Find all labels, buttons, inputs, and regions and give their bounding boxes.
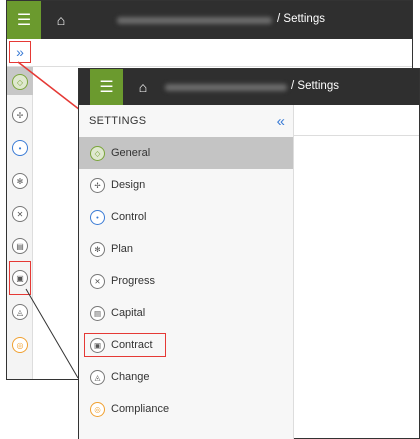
sidebar-item-compliance[interactable]: ◎ Compliance [79,393,293,425]
sidebar-item-label: General [111,147,151,159]
redacted-project-name [117,17,272,24]
expanded-settings-window: ☰ ⌂ / Settings SETTINGS « ◇ General ✢ De… [78,68,420,439]
breadcrumb-separator: / [291,80,295,92]
rail-capital-icon[interactable]: ▤ [12,238,28,254]
general-icon: ◇ [90,145,105,161]
home-icon: ⌂ [56,12,66,28]
sidebar-item-label: Capital [111,307,146,319]
double-chevron-left-icon[interactable]: « [277,113,285,130]
redacted-project-name [165,84,287,91]
sidebar-item-label: Progress [111,275,156,287]
design-icon: ✢ [90,177,105,193]
rail-compliance-icon[interactable]: ◎ [12,337,28,353]
rail-change-icon[interactable]: ◬ [12,304,28,320]
settings-sidebar: SETTINGS « ◇ General ✢ Design • Control … [79,105,294,439]
home-button[interactable]: ⌂ [47,1,75,39]
sidebar-item-label: Compliance [111,403,170,415]
rail-general-icon[interactable]: ◇ [12,74,28,90]
sidebar-item-change[interactable]: ◬ Change [79,361,293,393]
top-bar: ☰ ⌂ / Settings [79,69,419,105]
rail-control-icon[interactable]: • [12,140,28,156]
hamburger-icon: ☰ [16,12,32,29]
rail-progress-icon[interactable]: ✕ [12,206,28,222]
sidebar-item-capital[interactable]: ▤ Capital [79,297,293,329]
sidebar-item-label: Plan [111,243,134,255]
divider [7,66,412,67]
rail-plan-icon[interactable]: ✻ [12,173,28,189]
rail-design-icon[interactable]: ✢ [12,107,28,123]
sidebar-item-plan[interactable]: ✻ Plan [79,233,293,265]
home-button[interactable]: ⌂ [129,69,157,105]
sidebar-item-progress[interactable]: ✕ Progress [79,265,293,297]
breadcrumb-separator: / [277,13,281,25]
sidebar-item-contract[interactable]: ▣ Contract [79,329,293,361]
sidebar-item-control[interactable]: • Control [79,201,293,233]
hamburger-icon: ☰ [99,79,114,96]
compliance-icon: ◎ [90,401,105,417]
breadcrumb-current: Settings [297,80,339,92]
home-icon: ⌂ [138,79,148,95]
hamburger-menu-button[interactable]: ☰ [7,1,41,39]
contract-callout-box [9,261,31,295]
breadcrumb: / Settings [277,13,325,25]
double-chevron-right-icon: » [16,44,24,60]
content-divider [294,135,419,136]
hamburger-menu-button[interactable]: ☰ [90,69,123,105]
panel-title: SETTINGS [89,115,147,127]
sidebar-item-general[interactable]: ◇ General [79,137,293,169]
control-icon: • [90,209,105,225]
sidebar-item-design[interactable]: ✢ Design [79,169,293,201]
sidebar-item-label: Design [111,179,146,191]
settings-header: SETTINGS « [79,105,293,137]
breadcrumb-current: Settings [283,13,325,25]
expand-sidebar-button[interactable]: » [9,41,31,63]
sidebar-item-label: Change [111,371,150,383]
sidebar-item-label: Contract [111,339,153,351]
change-icon: ◬ [90,369,105,385]
breadcrumb: / Settings [291,80,339,92]
progress-icon: ✕ [90,273,105,289]
contract-icon: ▣ [90,337,105,353]
plan-icon: ✻ [90,241,105,257]
top-bar: ☰ ⌂ / Settings [7,1,412,39]
sidebar-item-label: Control [111,211,147,223]
capital-icon: ▤ [90,305,105,321]
